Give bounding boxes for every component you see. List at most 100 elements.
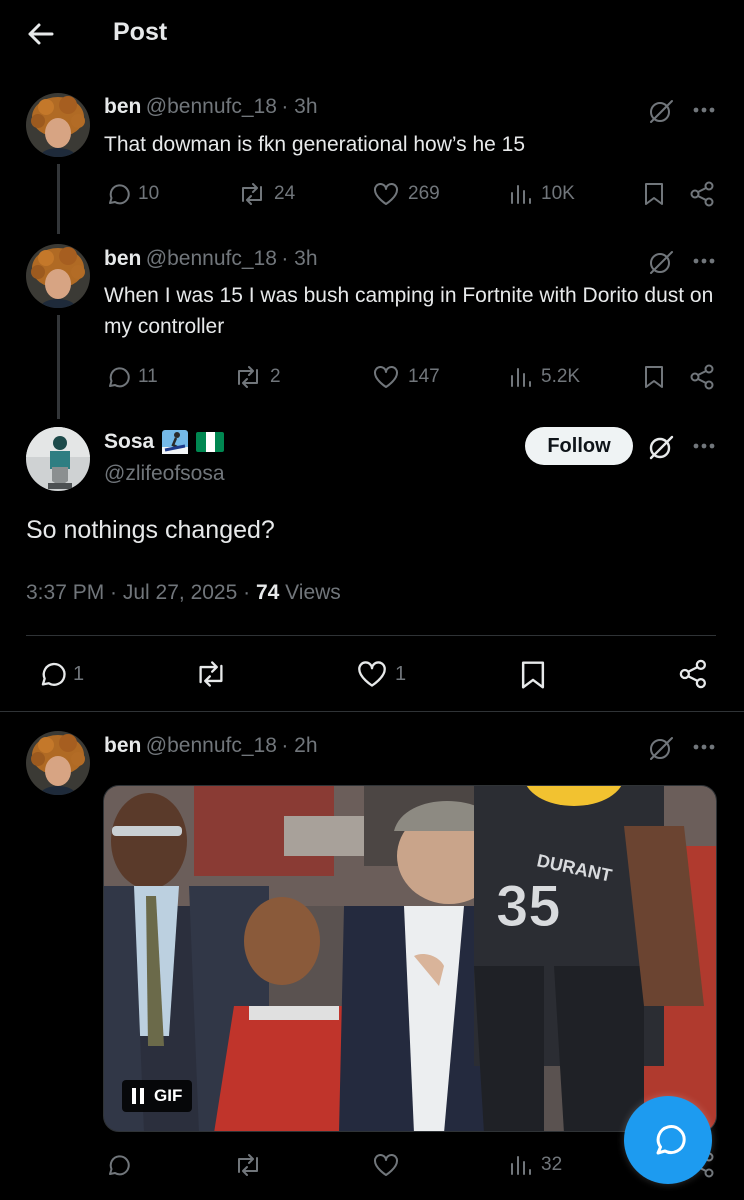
main-post-text: So nothings changed? [26, 516, 275, 544]
divider [26, 635, 716, 636]
repost-count: 2 [270, 366, 281, 387]
like-button[interactable]: 269 [372, 181, 440, 207]
author-handle[interactable]: @zlifeofsosa [104, 462, 225, 486]
post-metadata: 3:37 PM · Jul 27, 2025 · 74 Views [26, 581, 341, 605]
reply-button[interactable] [104, 1152, 130, 1178]
repost-icon [238, 366, 258, 388]
repost-button[interactable]: 2 [234, 364, 281, 390]
repost-icon [238, 1154, 258, 1176]
views-count: 32 [541, 1154, 563, 1175]
gif-label: GIF [154, 1086, 183, 1105]
reply-count: 1 [73, 662, 85, 685]
reply-icon [109, 367, 130, 388]
post-time[interactable]: · 3h [281, 247, 317, 270]
more-icon[interactable] [692, 741, 716, 753]
views-icon [511, 1156, 531, 1175]
post-text: That dowman is fkn generational how’s he… [104, 133, 526, 156]
heart-icon [374, 183, 398, 205]
reply-icon [41, 662, 66, 686]
page-title: Post [113, 18, 168, 46]
author-handle[interactable]: @bennufc_18 [146, 247, 277, 270]
repost-button[interactable]: 24 [238, 181, 295, 207]
views-label: Views [285, 581, 341, 604]
author-name[interactable]: ben [104, 734, 141, 757]
more-icon[interactable] [692, 104, 716, 116]
share-button[interactable] [689, 364, 717, 390]
pause-icon [132, 1088, 144, 1104]
repost-count: 24 [274, 183, 296, 204]
share-button[interactable] [689, 181, 717, 207]
divider [0, 711, 744, 712]
grok-icon[interactable] [647, 248, 675, 276]
gif-media[interactable]: DURANT 35 GIF [103, 785, 717, 1132]
bookmark-button[interactable] [518, 659, 548, 691]
reply-button[interactable]: 11 [104, 364, 158, 390]
bookmark-button[interactable] [642, 181, 666, 207]
post-time[interactable]: · 3h [281, 95, 317, 118]
repost-button[interactable] [194, 659, 228, 689]
jersey-number: 35 [496, 874, 561, 939]
avatar[interactable] [26, 244, 90, 308]
like-button[interactable]: 1 [355, 659, 406, 689]
reply-icon [109, 184, 130, 205]
bookmark-button[interactable] [642, 364, 666, 390]
grok-icon[interactable] [647, 734, 675, 762]
share-icon [690, 181, 714, 207]
author-name[interactable]: Sosa [104, 430, 154, 454]
arrow-left-icon [28, 23, 54, 45]
author-handle[interactable]: @bennufc_18 [146, 95, 277, 118]
post-timestamp[interactable]: 3:37 PM · Jul 27, 2025 · [26, 581, 250, 604]
like-count: 1 [395, 662, 407, 685]
views-button[interactable]: 10K [509, 181, 575, 207]
reply-button[interactable]: 1 [35, 659, 84, 689]
snowboard-emoji [162, 430, 189, 454]
heart-icon [374, 1154, 398, 1176]
share-icon [690, 364, 714, 390]
more-icon[interactable] [692, 255, 716, 267]
heart-icon [358, 661, 386, 687]
like-button[interactable]: 147 [372, 364, 440, 390]
like-count: 147 [408, 366, 440, 387]
reply-icon [109, 1155, 130, 1176]
share-icon [679, 659, 706, 689]
views-count: 74 [255, 581, 280, 604]
repost-button[interactable] [234, 1152, 262, 1178]
views-button[interactable]: 5.2K [509, 364, 580, 390]
follow-label: Follow [547, 434, 611, 457]
post-text: When I was 15 I was bush camping in Fort… [104, 284, 714, 338]
repost-icon [242, 183, 262, 205]
thread-line [57, 164, 60, 234]
grok-icon[interactable] [647, 433, 675, 461]
post-header: ben @bennufc_18 · 2h [104, 734, 318, 758]
author-name-row: Sosa [104, 430, 225, 454]
author-name[interactable]: ben [104, 247, 141, 270]
bookmark-icon [645, 366, 663, 388]
compose-reply-fab[interactable] [624, 1096, 712, 1184]
back-button[interactable] [22, 18, 58, 50]
nigeria-flag-emoji [196, 432, 225, 452]
bookmark-icon [521, 661, 545, 689]
views-icon [511, 368, 531, 387]
views-button[interactable]: 32 [509, 1152, 562, 1178]
heart-icon [374, 366, 398, 388]
avatar[interactable] [26, 93, 90, 157]
like-button[interactable] [372, 1152, 400, 1178]
reply-count: 11 [138, 366, 158, 387]
views-count: 10K [541, 183, 575, 204]
reply-button[interactable]: 10 [104, 181, 159, 207]
more-icon[interactable] [692, 440, 716, 452]
like-count: 269 [408, 183, 440, 204]
chat-bubble-icon [656, 1125, 686, 1155]
post-time[interactable]: · 2h [281, 734, 317, 757]
reply-count: 10 [138, 183, 160, 204]
bookmark-icon [645, 183, 663, 205]
avatar[interactable] [26, 427, 90, 491]
follow-button[interactable]: Follow [525, 427, 633, 465]
author-name[interactable]: ben [104, 95, 141, 118]
grok-icon[interactable] [647, 97, 675, 125]
gif-badge[interactable]: GIF [122, 1080, 193, 1112]
share-button[interactable] [678, 659, 710, 689]
post-header: ben @bennufc_18 · 3h [104, 95, 318, 119]
author-handle[interactable]: @bennufc_18 [146, 734, 277, 757]
avatar[interactable] [26, 731, 90, 795]
